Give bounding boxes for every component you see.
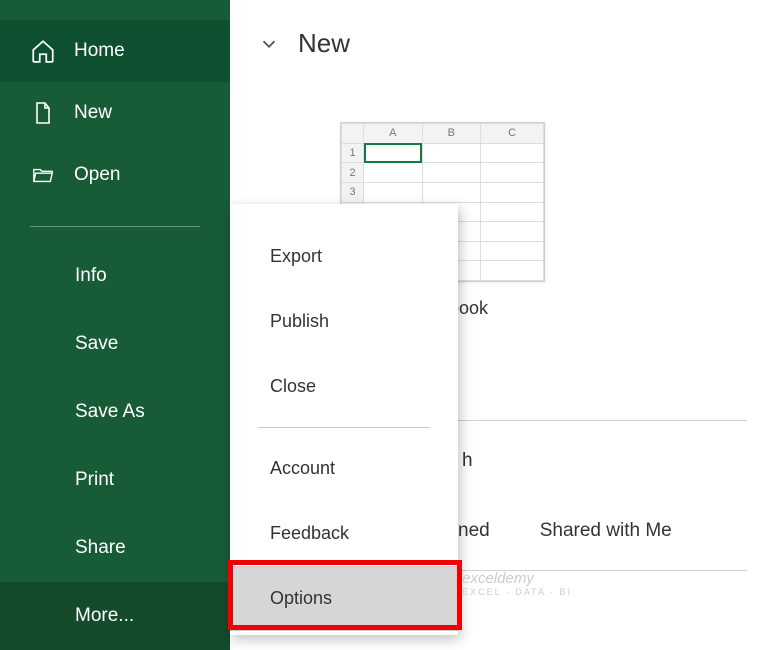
- section-title: New: [298, 28, 350, 59]
- chevron-down-icon: [258, 33, 280, 55]
- sidebar-item-save[interactable]: Save: [0, 310, 230, 378]
- home-icon: [30, 38, 56, 64]
- sidebar-item-saveas[interactable]: Save As: [0, 378, 230, 446]
- backstage-sidebar: Home New Open Info Save Save As Print Sh…: [0, 0, 230, 645]
- sidebar-label: New: [74, 102, 112, 124]
- flyout-account[interactable]: Account: [230, 436, 458, 501]
- sidebar-item-new[interactable]: New: [0, 82, 230, 144]
- file-icon: [30, 100, 56, 126]
- folder-open-icon: [30, 162, 56, 188]
- sidebar-label: Open: [74, 164, 120, 186]
- more-flyout: Export Publish Close Account Feedback Op…: [230, 204, 458, 635]
- sidebar-item-share[interactable]: Share: [0, 514, 230, 582]
- flyout-export[interactable]: Export: [230, 224, 458, 289]
- search-text-fragment: h: [462, 450, 473, 472]
- sidebar-item-print[interactable]: Print: [0, 446, 230, 514]
- sidebar-item-open[interactable]: Open: [0, 144, 230, 206]
- tab-shared[interactable]: Shared with Me: [540, 520, 672, 542]
- tab-pinned-fragment[interactable]: ned: [458, 520, 490, 542]
- flyout-publish[interactable]: Publish: [230, 289, 458, 354]
- sidebar-label: Home: [74, 40, 125, 62]
- sidebar-divider: [30, 226, 200, 227]
- flyout-close[interactable]: Close: [230, 354, 458, 419]
- section-header[interactable]: New: [230, 0, 767, 59]
- sidebar-item-info[interactable]: Info: [0, 242, 230, 310]
- sidebar-item-home[interactable]: Home: [0, 20, 230, 82]
- flyout-options[interactable]: Options: [230, 566, 458, 631]
- sidebar-item-more[interactable]: More...: [0, 582, 230, 650]
- flyout-feedback[interactable]: Feedback: [230, 501, 458, 566]
- flyout-divider: [258, 427, 430, 428]
